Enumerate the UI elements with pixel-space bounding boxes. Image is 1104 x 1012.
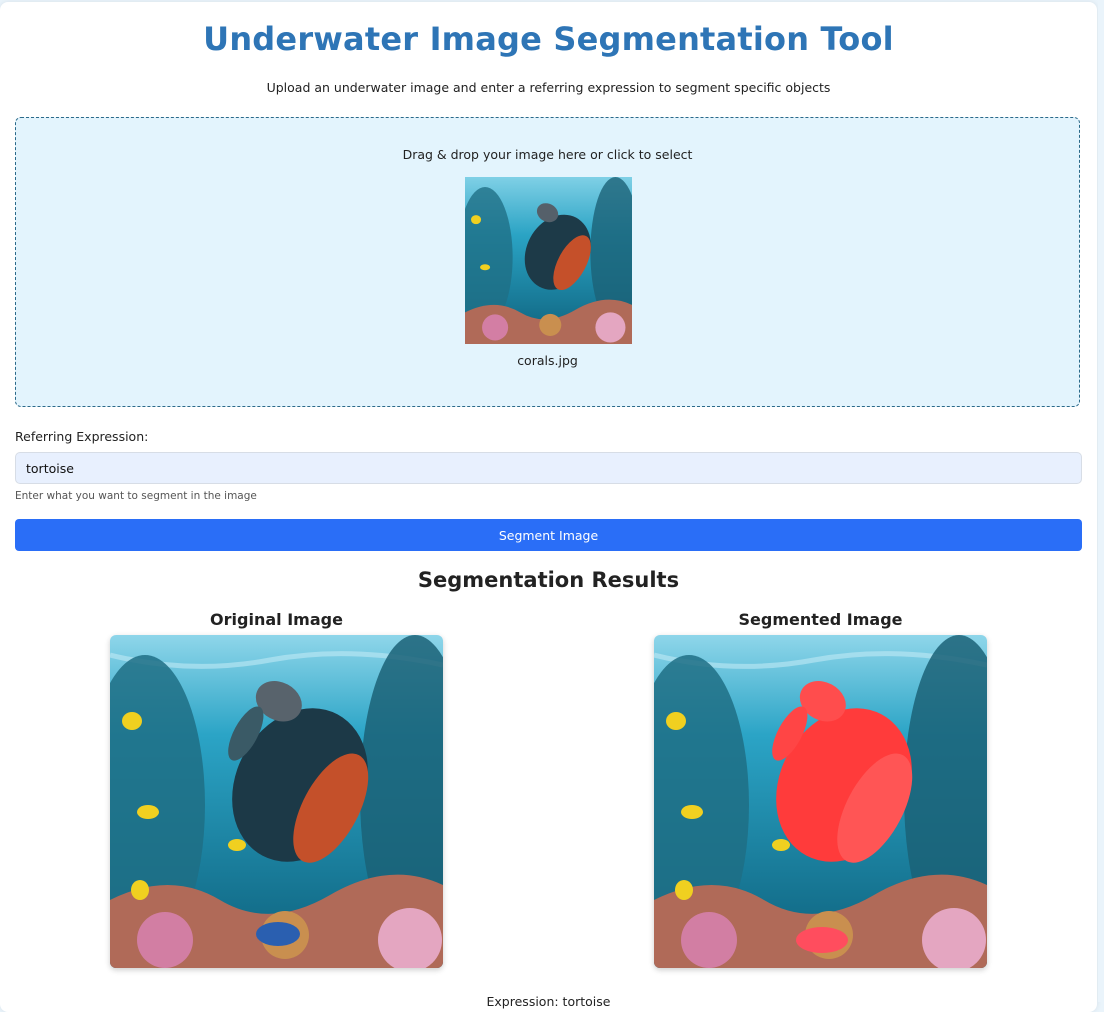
expression-label: Referring Expression: [15,429,149,444]
expression-input[interactable] [15,452,1082,484]
expression-hint: Enter what you want to segment in the im… [15,490,257,502]
uploaded-filename: corals.jpg [517,353,578,368]
segment-image-button[interactable]: Segment Image [15,519,1082,551]
page-scrollbar[interactable] [1098,0,1104,1002]
image-dropzone[interactable]: Drag & drop your image here or click to … [15,117,1080,407]
segmented-image-title: Segmented Image [738,610,903,629]
page-title: Underwater Image Segmentation Tool [203,20,894,58]
original-image [110,635,443,968]
results-title: Segmentation Results [417,568,680,592]
dropzone-prompt: Drag & drop your image here or click to … [402,147,693,162]
segmented-image [654,635,987,968]
page-subtitle: Upload an underwater image and enter a r… [266,80,831,95]
main-card: Underwater Image Segmentation Tool Uploa… [0,2,1097,1012]
uploaded-image-preview [465,177,632,344]
original-image-title: Original Image [210,610,343,629]
